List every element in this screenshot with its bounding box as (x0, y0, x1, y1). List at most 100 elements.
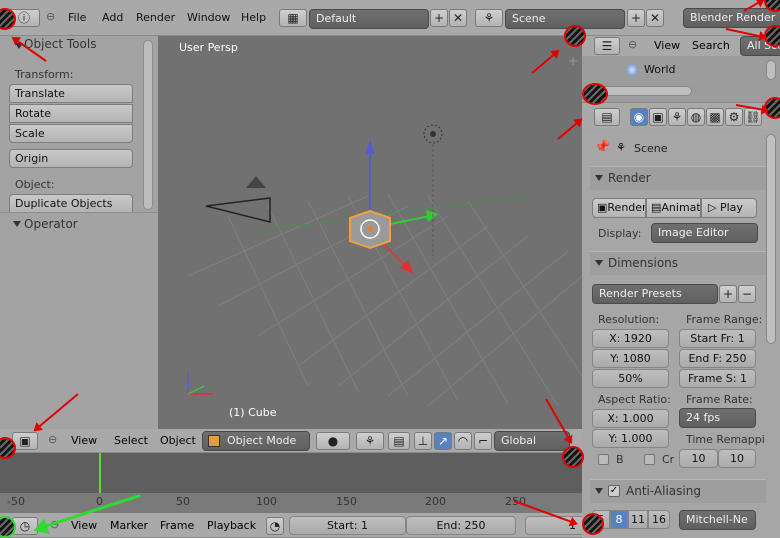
timeline-menu-frame[interactable]: Frame (160, 519, 194, 532)
tab-modifiers[interactable]: ⛓ (744, 108, 762, 126)
tab-constraints[interactable]: ⚙ (725, 108, 743, 126)
add-preset-button[interactable]: + (719, 285, 737, 303)
tab-render-layers[interactable]: ▣ (649, 108, 667, 126)
rotate-manipulator-button[interactable]: ◠ (454, 432, 472, 450)
menu-help[interactable]: Help (241, 11, 266, 24)
dimensions-section-header[interactable]: Dimensions (590, 251, 766, 275)
menu-window[interactable]: Window (187, 11, 230, 24)
manipulator-toggle-button[interactable]: ⊥ (414, 432, 432, 450)
aspect-y-field[interactable]: Y: 1.000 (592, 429, 669, 448)
collapse-icon[interactable]: ⊖ (46, 10, 55, 23)
viewport-menu-object[interactable]: Object (160, 434, 196, 447)
remove-preset-button[interactable]: − (738, 285, 756, 303)
remap-new-field[interactable]: 10 (718, 449, 756, 468)
viewport-menu-select[interactable]: Select (114, 434, 148, 447)
end-frame-field[interactable]: End: 250 (406, 516, 516, 535)
aa-sample-11[interactable]: 11 (628, 510, 648, 529)
timeline-area[interactable]: -50 0 50 100 150 200 250 (0, 453, 582, 513)
render-engine-select[interactable]: Blender Render (683, 8, 780, 28)
outliner-menu-search[interactable]: Search (692, 39, 730, 52)
tab-scene[interactable]: ⚘ (668, 108, 686, 126)
frame-start-field[interactable]: Start Fr: 1 (679, 329, 756, 348)
add-scene-button[interactable]: + (627, 9, 645, 27)
render-image-button[interactable]: ▣Render (592, 198, 646, 218)
pin-icon[interactable]: 📌 (594, 140, 610, 155)
display-select[interactable]: Image Editor (651, 223, 758, 243)
scene-icon[interactable]: ⚘ (475, 9, 503, 27)
tool-shelf-scrollbar[interactable] (143, 40, 153, 210)
outliner-item-world[interactable]: World (644, 63, 676, 76)
viewport-shading-button[interactable]: ● (316, 432, 350, 450)
viewport-collapse-icon[interactable]: ⊖ (48, 433, 57, 446)
render-animation-button[interactable]: ▤Animat (646, 198, 701, 218)
viewport-menu-view[interactable]: View (71, 434, 97, 447)
3d-viewport[interactable]: User Persp (1) Cube + (158, 36, 582, 429)
timeline-menu-marker[interactable]: Marker (110, 519, 148, 532)
render-section-header[interactable]: Render (590, 166, 766, 190)
remove-screen-button[interactable]: ✕ (449, 9, 467, 27)
tab-render[interactable]: ◉ (630, 108, 648, 126)
corner-handle-viewport-top-right[interactable] (564, 25, 586, 47)
outliner-menu-view[interactable]: View (654, 39, 680, 52)
aa-sample-8[interactable]: 8 (610, 510, 628, 529)
viewport-plus-icon[interactable]: + (568, 54, 578, 68)
remap-old-field[interactable]: 10 (679, 449, 718, 468)
aspect-x-field[interactable]: X: 1.000 (592, 409, 669, 428)
z-arrow-head[interactable] (365, 140, 375, 154)
cube-object[interactable] (349, 209, 391, 250)
outliner-v-scrollbar[interactable] (766, 60, 776, 80)
anti-aliasing-checkbox[interactable]: ✓ (608, 485, 620, 497)
frame-step-field[interactable]: Frame S: 1 (679, 369, 756, 388)
translate-button[interactable]: Translate (9, 84, 133, 103)
scene-field[interactable]: Scene (505, 9, 625, 29)
current-frame-line[interactable] (99, 453, 101, 495)
corner-handle-outliner[interactable] (582, 83, 608, 105)
aa-filter-select[interactable]: Mitchell-Ne (679, 510, 756, 530)
outliner-collapse-icon[interactable]: ⊖ (628, 38, 637, 51)
render-presets-select[interactable]: Render Presets (592, 284, 718, 304)
layers-button[interactable]: ▤ (388, 432, 410, 450)
screen-layout-field[interactable]: Default (309, 9, 429, 29)
tab-world[interactable]: ◍ (687, 108, 705, 126)
menu-add[interactable]: Add (102, 11, 123, 24)
rotate-button[interactable]: Rotate (9, 104, 133, 123)
camera-object[interactable] (205, 176, 271, 223)
outliner-h-scrollbar[interactable] (600, 86, 692, 96)
menu-render[interactable]: Render (136, 11, 175, 24)
resolution-percent-field[interactable]: 50% (592, 369, 669, 388)
add-screen-button[interactable]: + (430, 9, 448, 27)
corner-handle-viewport-bottom-right[interactable] (562, 446, 584, 468)
remove-scene-button[interactable]: ✕ (646, 9, 664, 27)
scale-button[interactable]: Scale (9, 124, 133, 143)
border-checkbox[interactable] (598, 454, 609, 465)
duplicate-objects-button[interactable]: Duplicate Objects (9, 194, 133, 213)
frame-rate-select[interactable]: 24 fps (679, 408, 756, 428)
play-button[interactable]: ▷ Play (701, 198, 757, 218)
screen-layout-icon[interactable]: ▦ (279, 9, 307, 27)
properties-scrollbar[interactable] (766, 134, 776, 344)
timeline-menu-view[interactable]: View (71, 519, 97, 532)
anti-aliasing-section-header[interactable]: ✓ Anti-Aliasing (590, 479, 766, 503)
lamp-object[interactable] (423, 124, 443, 256)
y-arrow-head[interactable] (426, 210, 438, 222)
outliner-editor-type-button[interactable]: ☰ (594, 37, 620, 55)
resolution-x-field[interactable]: X: 1920 (592, 329, 669, 348)
operator-header[interactable]: Operator (0, 212, 158, 234)
pivot-point-button[interactable]: ⚘ (356, 432, 384, 450)
corner-handle-timeline-bottom-right[interactable] (582, 513, 604, 535)
start-frame-field[interactable]: Start: 1 (289, 516, 406, 535)
timeline-scrub-region[interactable] (0, 453, 582, 493)
tab-object[interactable]: ▩ (706, 108, 724, 126)
origin-button[interactable]: Origin (9, 149, 133, 168)
resolution-y-field[interactable]: Y: 1080 (592, 349, 669, 368)
orientation-select[interactable]: Global (494, 431, 570, 451)
crop-checkbox[interactable] (644, 454, 655, 465)
aa-sample-16[interactable]: 16 (648, 510, 670, 529)
translate-manipulator-button[interactable]: ↗ (434, 432, 452, 450)
properties-editor-type-button[interactable]: ▤ (594, 108, 620, 126)
preview-range-button[interactable]: ◔ (266, 517, 284, 535)
menu-file[interactable]: File (68, 11, 86, 24)
scale-manipulator-button[interactable]: ⌐ (474, 432, 492, 450)
frame-end-field[interactable]: End F: 250 (679, 349, 756, 368)
timeline-menu-playback[interactable]: Playback (207, 519, 256, 532)
